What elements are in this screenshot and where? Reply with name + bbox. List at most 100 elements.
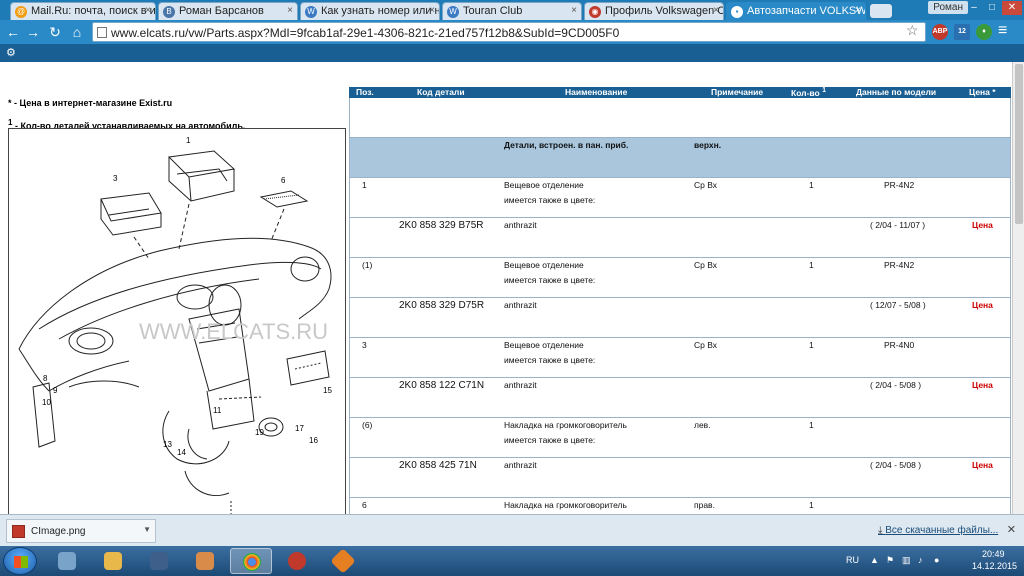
reload-icon[interactable]: ↻ (46, 23, 64, 41)
taskbar-app-7[interactable] (322, 548, 364, 574)
url-text: www.elcats.ru/vw/Parts.aspx?MdI=9fcab1af… (111, 26, 620, 40)
bookmark-star-icon[interactable]: ☆ (906, 22, 919, 39)
folder-icon (104, 552, 122, 570)
clock-time[interactable]: 20:49 (982, 549, 1005, 559)
part-color: anthrazit (504, 460, 537, 470)
tab-vk[interactable]: B Роман Барсанов × (158, 2, 298, 20)
price-link[interactable]: Цена (972, 380, 993, 390)
color-variant-note: имеется также в цвете: (504, 355, 596, 365)
position-number: 1 (362, 180, 367, 190)
tab-search[interactable]: W Как узнать номер или на × (300, 2, 440, 20)
part-qty: 1 (809, 260, 814, 270)
show-all-downloads-link[interactable]: ⤓ Все скачанные файлы... (878, 525, 998, 536)
tab-title: Mail.Ru: почта, поиск в и (31, 5, 156, 17)
clock-date[interactable]: 14.12.2015 (972, 561, 1017, 571)
app-icon (330, 548, 356, 574)
language-indicator[interactable]: RU (846, 555, 859, 565)
part-qty: 1 (809, 180, 814, 190)
home-icon[interactable]: ⌂ (68, 23, 86, 41)
part-code[interactable]: 2K0 858 329 D75R (399, 300, 484, 311)
download-item[interactable]: CImage.png ▼ (6, 519, 156, 543)
price-link[interactable]: Цена (972, 220, 993, 230)
flag-icon[interactable]: ⚑ (886, 555, 894, 566)
menu-icon[interactable]: ≡ (998, 22, 1007, 40)
col-qty: Кол-во 1 (791, 87, 826, 98)
close-tab-icon[interactable]: × (571, 5, 577, 16)
part-note: Ср Вх (694, 180, 718, 190)
taskbar-explorer[interactable] (92, 548, 134, 574)
close-window-icon[interactable]: ✕ (1002, 1, 1022, 15)
part-color: anthrazit (504, 380, 537, 390)
app-tray-icon[interactable]: ● (934, 555, 939, 565)
tab-title: Как узнать номер или на (321, 5, 440, 17)
part-name: Вещевое отделение (504, 340, 584, 350)
extension-badge-icon[interactable]: 12 (954, 24, 970, 40)
tab-autoparts[interactable]: ▪ Автозапчасти VOLKSWA × (726, 2, 866, 20)
back-icon[interactable]: ← (4, 23, 22, 41)
new-tab-button[interactable] (870, 4, 892, 18)
item-row: (6) Накладка на громкоговоритель имеется т… (349, 418, 1011, 458)
app-icon (150, 552, 168, 570)
volume-icon[interactable]: ♪ (918, 555, 923, 565)
part-row: 2K0 858 425 71N anthrazit ( 2/04 - 5/08 ) Ц… (349, 458, 1011, 498)
forward-icon[interactable]: → (24, 23, 42, 41)
tab-profile[interactable]: ◉ Профиль Volkswagen Ca × (584, 2, 724, 20)
color-variant-note: имеется также в цвете: (504, 275, 596, 285)
price-link[interactable]: Цена (972, 300, 993, 310)
part-qty: 1 (809, 420, 814, 430)
parts-diagram[interactable]: WWW.ELCATS.RU 1 3 6 8 9 10 11 13 14 15 1… (8, 128, 346, 516)
close-tab-icon[interactable]: × (855, 5, 861, 16)
part-code[interactable]: 2K0 858 122 C71N (399, 380, 484, 391)
col-pos: Поз. (356, 87, 374, 97)
taskbar-paint[interactable] (184, 548, 226, 574)
profile-button[interactable]: Роман (928, 1, 968, 14)
app-icon (58, 552, 76, 570)
taskbar-app-6[interactable] (276, 548, 318, 574)
close-icon[interactable]: ✕ (1007, 523, 1016, 536)
taskbar-chrome[interactable] (230, 548, 272, 574)
close-tab-icon[interactable]: × (713, 5, 719, 16)
price-link[interactable]: Цена (972, 460, 993, 470)
start-button[interactable] (3, 547, 37, 575)
maximize-icon[interactable]: □ (984, 1, 1000, 15)
downloads-bar: CImage.png ▼ ⤓ Все скачанные файлы... ✕ (0, 514, 1024, 546)
settings-icon[interactable]: ⚙ (6, 46, 16, 59)
close-tab-icon[interactable]: × (429, 5, 435, 16)
mail-icon: @ (15, 6, 27, 18)
item-row: (1) Вещевое отделение имеется также в цвет… (349, 258, 1011, 298)
part-code[interactable]: 2K0 858 329 B75R (399, 220, 484, 231)
part-code[interactable]: 2K0 858 425 71N (399, 460, 477, 471)
adblock-icon[interactable]: ABP (932, 24, 948, 40)
callout-14: 14 (177, 448, 186, 457)
close-tab-icon[interactable]: × (145, 5, 151, 16)
watermark: WWW.ELCATS.RU (139, 319, 328, 344)
part-row: 2K0 858 329 D75R anthrazit ( 12/07 - 5/08 … (349, 298, 1011, 338)
extension-icon[interactable]: ♦ (976, 24, 992, 40)
position-number: (1) (362, 260, 373, 270)
page-scrollbar[interactable] (1012, 62, 1024, 514)
part-qty: 1 (809, 340, 814, 350)
taskbar-app-3[interactable] (138, 548, 180, 574)
tray-arrow-icon[interactable]: ▲ (870, 555, 879, 565)
col-model: Данные по модели (856, 87, 937, 97)
position-number: 3 (362, 340, 367, 350)
tab-touran[interactable]: W Touran Club × (442, 2, 582, 20)
network-icon[interactable]: ▥ (902, 555, 911, 566)
tab-title: Роман Барсанов (179, 5, 264, 17)
taskbar-app-1[interactable] (46, 548, 88, 574)
scrollbar-thumb[interactable] (1015, 64, 1023, 224)
col-code: Код детали (417, 87, 465, 97)
tab-mail[interactable]: @ Mail.Ru: почта, поиск в и × (10, 2, 156, 20)
part-name: Вещевое отделение (504, 260, 584, 270)
callout-1: 1 (186, 136, 191, 145)
close-tab-icon[interactable]: × (287, 5, 293, 16)
group-note: верхн. (694, 140, 722, 150)
chrome-icon (243, 553, 261, 571)
part-row: 2K0 858 329 B75R anthrazit ( 2/04 - 11/07 … (349, 218, 1011, 258)
minimize-icon[interactable]: – (966, 1, 982, 15)
callout-10: 10 (42, 398, 51, 407)
callout-9: 9 (53, 386, 58, 395)
address-bar[interactable]: www.elcats.ru/vw/Parts.aspx?MdI=9fcab1af… (92, 22, 926, 42)
callout-8: 8 (43, 374, 48, 383)
chevron-down-icon[interactable]: ▼ (143, 525, 151, 534)
